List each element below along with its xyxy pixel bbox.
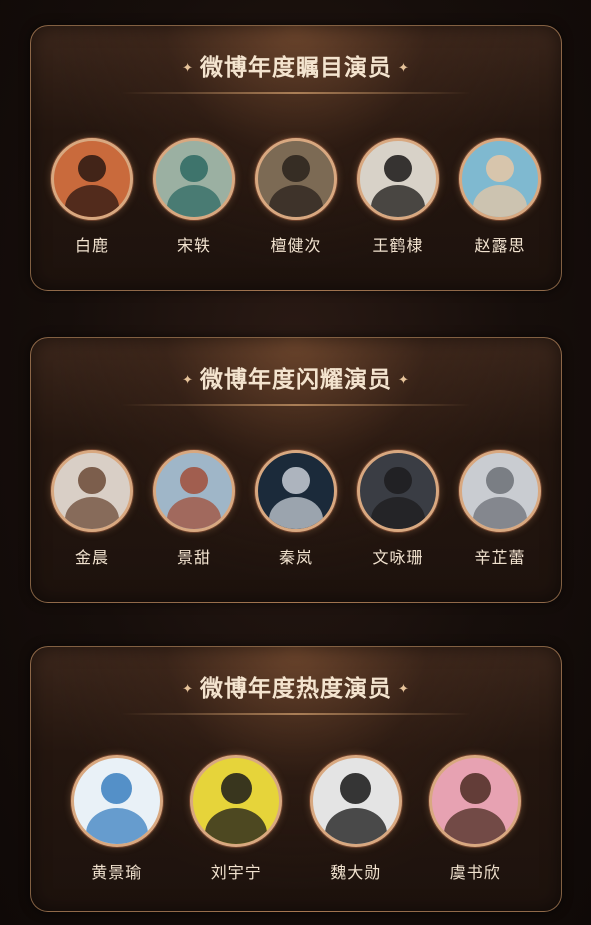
actor-name: 刘宇宁 xyxy=(210,863,262,882)
actor-item[interactable]: 虞书欣 xyxy=(427,755,523,883)
actor-name: 黄景瑜 xyxy=(91,863,143,882)
actor-item[interactable]: 辛芷蕾 xyxy=(452,450,548,568)
actor-avatar[interactable] xyxy=(51,450,133,532)
section-title: ✦ 微博年度闪耀演员 ✦ xyxy=(182,367,410,393)
section-card-notable: ✦ 微博年度瞩目演员 ✦ 白鹿 宋轶 檀健次 王鹤棣 赵露思 xyxy=(30,25,562,291)
star-icon: ✦ xyxy=(398,61,410,76)
actor-name: 景甜 xyxy=(176,548,211,567)
title-divider xyxy=(121,713,471,715)
star-icon: ✦ xyxy=(182,373,194,388)
portrait-head-shape xyxy=(78,466,106,495)
actor-name: 王鹤棣 xyxy=(372,236,424,255)
actor-item[interactable]: 王鹤棣 xyxy=(350,138,446,256)
portrait-head-shape xyxy=(220,773,252,805)
actor-avatar[interactable] xyxy=(153,450,235,532)
portrait-head-shape xyxy=(340,773,372,805)
portrait-head-shape xyxy=(78,154,106,183)
portrait-head-shape xyxy=(282,466,310,495)
portrait-head-shape xyxy=(384,466,412,495)
actor-name: 辛芷蕾 xyxy=(474,548,526,567)
section-card-shining: ✦ 微博年度闪耀演员 ✦ 金晨 景甜 秦岚 文咏珊 辛芷蕾 xyxy=(30,337,562,603)
portrait-head-shape xyxy=(459,773,491,805)
actor-avatar[interactable] xyxy=(255,450,337,532)
actor-item[interactable]: 黄景瑜 xyxy=(69,755,165,883)
actor-item[interactable]: 金晨 xyxy=(44,450,140,568)
portrait-body-shape xyxy=(472,185,528,217)
actor-item[interactable]: 秦岚 xyxy=(248,450,344,568)
actor-name: 秦岚 xyxy=(278,548,313,567)
star-icon: ✦ xyxy=(398,373,410,388)
actor-name: 白鹿 xyxy=(74,236,109,255)
section-card-popular: ✦ 微博年度热度演员 ✦ 黄景瑜 刘宇宁 魏大勋 虞书欣 xyxy=(30,646,562,912)
actor-name: 文咏珊 xyxy=(372,548,424,567)
actor-name: 虞书欣 xyxy=(449,863,501,882)
actor-item[interactable]: 檀健次 xyxy=(248,138,344,256)
actor-name: 赵露思 xyxy=(474,236,526,255)
actor-name: 檀健次 xyxy=(270,236,322,255)
actor-name: 金晨 xyxy=(74,548,109,567)
portrait-head-shape xyxy=(180,154,208,183)
actor-avatar[interactable] xyxy=(459,450,541,532)
actor-item[interactable]: 白鹿 xyxy=(44,138,140,256)
portrait-head-shape xyxy=(180,466,208,495)
actor-name: 魏大勋 xyxy=(330,863,382,882)
portrait-body-shape xyxy=(166,185,222,217)
portrait-body-shape xyxy=(370,185,426,217)
portrait-body-shape xyxy=(166,497,222,529)
actor-avatar[interactable] xyxy=(51,138,133,220)
star-icon: ✦ xyxy=(182,682,194,697)
portrait-body-shape xyxy=(85,807,148,844)
actor-avatar[interactable] xyxy=(309,755,402,847)
section-title: ✦ 微博年度热度演员 ✦ xyxy=(182,676,410,702)
portrait-head-shape xyxy=(282,154,310,183)
portrait-body-shape xyxy=(268,497,324,529)
portrait-head-shape xyxy=(486,466,514,495)
portrait-body-shape xyxy=(444,807,507,844)
portrait-head-shape xyxy=(101,773,133,805)
portrait-head-shape xyxy=(486,154,514,183)
star-icon: ✦ xyxy=(398,682,410,697)
portrait-body-shape xyxy=(205,807,268,844)
section-title: ✦ 微博年度瞩目演员 ✦ xyxy=(182,55,410,81)
actor-name: 宋轶 xyxy=(176,236,211,255)
portrait-body-shape xyxy=(64,185,120,217)
actor-item[interactable]: 景甜 xyxy=(146,450,242,568)
actor-avatar[interactable] xyxy=(357,450,439,532)
actor-row: 黄景瑜 刘宇宁 魏大勋 虞书欣 xyxy=(31,755,561,883)
actor-item[interactable]: 赵露思 xyxy=(452,138,548,256)
title-divider xyxy=(121,92,471,94)
actor-avatar[interactable] xyxy=(459,138,541,220)
portrait-body-shape xyxy=(370,497,426,529)
actor-item[interactable]: 魏大勋 xyxy=(308,755,404,883)
actor-row: 金晨 景甜 秦岚 文咏珊 辛芷蕾 xyxy=(31,450,561,568)
portrait-body-shape xyxy=(268,185,324,217)
title-divider xyxy=(121,404,471,406)
actor-avatar[interactable] xyxy=(357,138,439,220)
actor-row: 白鹿 宋轶 檀健次 王鹤棣 赵露思 xyxy=(31,138,561,256)
star-icon: ✦ xyxy=(182,61,194,76)
actor-avatar[interactable] xyxy=(153,138,235,220)
actor-avatar[interactable] xyxy=(255,138,337,220)
actor-item[interactable]: 文咏珊 xyxy=(350,450,446,568)
actor-item[interactable]: 刘宇宁 xyxy=(188,755,284,883)
actor-avatar[interactable] xyxy=(429,755,522,847)
portrait-body-shape xyxy=(324,807,387,844)
portrait-body-shape xyxy=(472,497,528,529)
portrait-head-shape xyxy=(384,154,412,183)
actor-item[interactable]: 宋轶 xyxy=(146,138,242,256)
portrait-body-shape xyxy=(64,497,120,529)
actor-avatar[interactable] xyxy=(70,755,163,847)
actor-avatar[interactable] xyxy=(190,755,283,847)
